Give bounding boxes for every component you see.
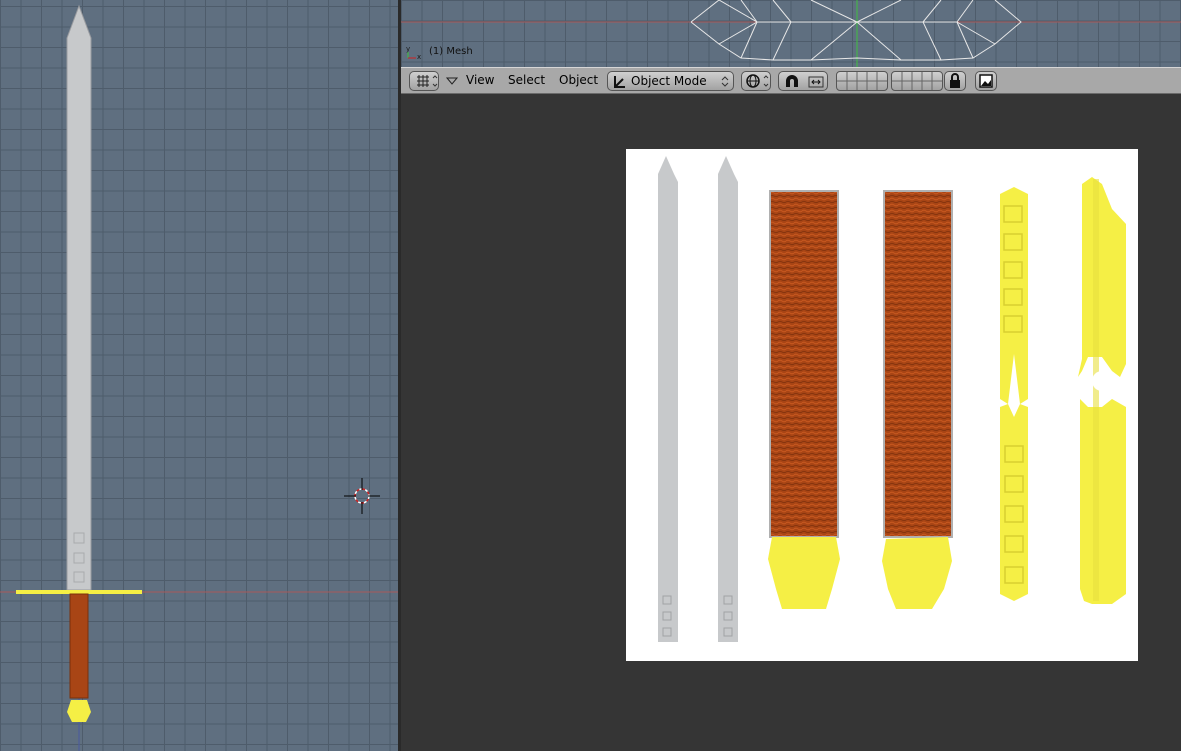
menu-object[interactable]: Object <box>559 73 598 87</box>
viewport-header: View Select Object Object Mode <box>401 67 1181 94</box>
uv-pommel-right <box>882 537 952 609</box>
axis-orientation-icon: y x <box>406 44 424 64</box>
mode-cursor-icon <box>614 76 625 88</box>
updown-arrows-icon <box>721 76 729 87</box>
uv-grip-right <box>883 190 953 538</box>
layers-group-1[interactable] <box>836 71 888 91</box>
menu-view[interactable]: View <box>466 73 494 87</box>
object-mode-dropdown[interactable]: Object Mode <box>607 71 734 91</box>
layers-group-2[interactable] <box>891 71 943 91</box>
editor-type-grid-icon <box>417 75 438 87</box>
left-3d-viewport[interactable] <box>0 0 398 751</box>
object-name-label: (1) Mesh <box>429 46 473 57</box>
uv-texture-image <box>626 149 1138 661</box>
lock-icon <box>950 73 960 88</box>
wireframe-mesh <box>401 0 1181 67</box>
grip <box>69 593 89 699</box>
uv-guard-bottom-left <box>1000 404 1028 601</box>
pivot-snap-group <box>778 71 828 91</box>
uv-guard-hole <box>1092 371 1112 391</box>
uv-grip-left <box>769 190 839 538</box>
magnet-icon[interactable] <box>782 73 802 90</box>
draw-type-sphere-icon <box>746 74 769 88</box>
svg-text:y: y <box>406 45 410 53</box>
blade <box>66 4 92 591</box>
top-3d-viewport[interactable]: y x (1) Mesh <box>401 0 1181 67</box>
menu-triangle-icon[interactable] <box>446 77 458 86</box>
uv-blade-left <box>658 156 678 642</box>
mode-label: Object Mode <box>631 74 707 88</box>
pivot-icon[interactable] <box>806 73 826 90</box>
3d-cursor-icon <box>344 478 380 514</box>
render-image-icon <box>979 74 993 88</box>
editor-type-button[interactable] <box>409 71 439 91</box>
pommel <box>67 700 91 722</box>
crossguard <box>16 590 142 594</box>
layers-grid-icon <box>837 72 887 90</box>
lock-layers-button[interactable] <box>944 71 966 91</box>
sword-model <box>0 4 398 751</box>
uv-pommel-left <box>768 537 840 609</box>
render-image-button[interactable] <box>975 71 997 91</box>
uv-islands <box>658 156 1126 642</box>
uv-guard-bottom-right <box>1080 399 1126 604</box>
uv-guard-top-right <box>1078 177 1126 377</box>
viewport-shading-button[interactable] <box>741 71 771 91</box>
uv-blade-right <box>718 156 738 642</box>
layers-grid-icon <box>892 72 942 90</box>
svg-text:x: x <box>417 53 421 60</box>
menu-select[interactable]: Select <box>508 73 545 87</box>
